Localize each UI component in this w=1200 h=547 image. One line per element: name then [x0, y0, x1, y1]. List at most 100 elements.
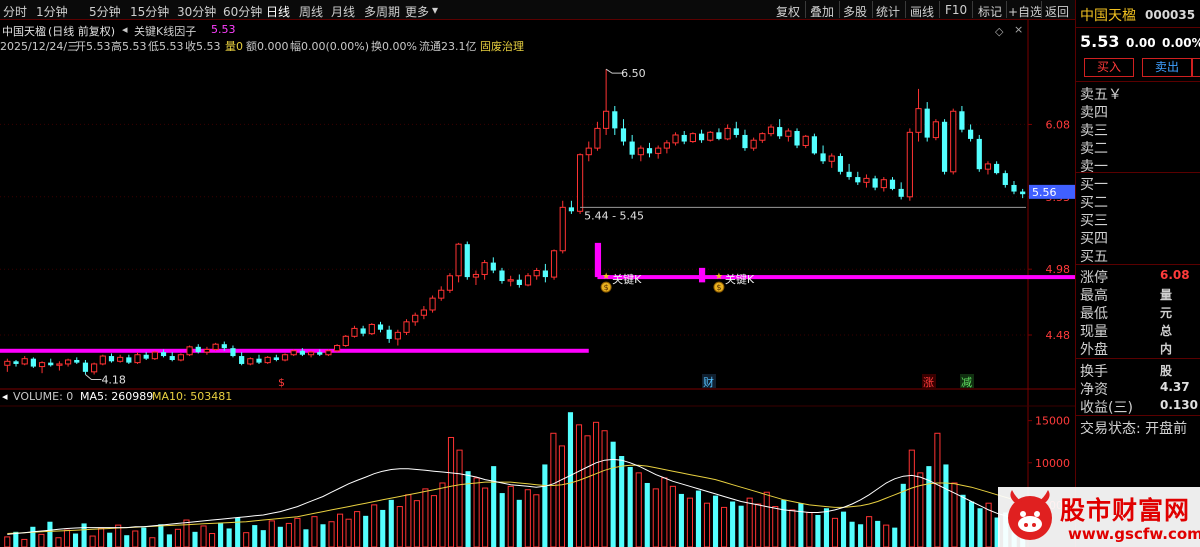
- candle-body: [412, 314, 419, 323]
- orderbook-ask-row[interactable]: 卖五￥: [1080, 84, 1122, 104]
- candle-body: [637, 147, 644, 156]
- volume-bar: [866, 516, 873, 547]
- period-tab-monthly[interactable]: 月线: [331, 3, 355, 20]
- event-marker: 涨: [923, 376, 934, 389]
- stat-value: 量: [1160, 288, 1173, 302]
- volume-bar: [277, 526, 283, 547]
- candle-body: [915, 108, 922, 133]
- candle-body: [13, 361, 19, 364]
- add-watchlist-button[interactable]: +自选: [1008, 3, 1042, 20]
- candle-body: [386, 329, 392, 339]
- candle-body: [767, 126, 775, 135]
- volume-bar: [926, 466, 932, 547]
- volume-bar: [260, 530, 266, 547]
- candle-body: [612, 111, 618, 129]
- volume-bar: [763, 491, 770, 547]
- candle-body: [4, 360, 11, 366]
- mark-button[interactable]: 标记: [978, 3, 1002, 20]
- period-tab-multi[interactable]: 多周期: [364, 3, 400, 20]
- volume-bar: [89, 535, 96, 547]
- volume-bar: [772, 506, 779, 547]
- period-tab-1min[interactable]: 1分钟: [36, 3, 68, 20]
- toolbar-divider: [972, 1, 973, 18]
- sell-button[interactable]: 卖出: [1142, 58, 1192, 77]
- volume-bar: [661, 477, 668, 547]
- volume-bar: [430, 495, 437, 547]
- orderbook-bid-row[interactable]: 买三: [1080, 210, 1108, 230]
- volume-bar: [63, 529, 71, 547]
- volume-bar: [183, 519, 190, 547]
- candle-body: [56, 363, 63, 366]
- candle-body: [351, 327, 358, 337]
- f10-button[interactable]: F10: [945, 3, 967, 17]
- stat-label: 换手: [1080, 364, 1108, 380]
- stat-value: 总: [1160, 324, 1173, 338]
- watermark-url: www.gscfw.com: [1068, 525, 1200, 543]
- orderbook-ask-row[interactable]: 卖二: [1080, 138, 1108, 158]
- candle-body: [507, 279, 514, 282]
- candle-body: [212, 343, 219, 350]
- chevron-down-icon[interactable]: ▾: [432, 3, 438, 17]
- candle-body: [64, 359, 72, 365]
- volume-bar: [218, 522, 224, 547]
- candle-body: [594, 127, 601, 149]
- candle-body: [290, 350, 297, 356]
- volume-bar: [294, 517, 301, 547]
- volume-bar: [558, 445, 565, 547]
- volume-bar: [337, 513, 344, 547]
- orderbook-bid-row[interactable]: 买四: [1080, 228, 1108, 248]
- panel-more-button[interactable]: [1192, 58, 1200, 77]
- toolbar-divider: [839, 1, 840, 18]
- stats-button[interactable]: 统计: [876, 3, 900, 20]
- volume-bar: [840, 511, 847, 547]
- multi-stock-button[interactable]: 多股: [843, 3, 867, 20]
- candle-body: [438, 289, 445, 299]
- volume-bar: [132, 530, 139, 547]
- stat-label: 涨停: [1080, 270, 1108, 286]
- key-k-label: 关键K: [612, 272, 642, 286]
- volume-bar: [55, 537, 62, 547]
- orderbook-bid-row[interactable]: 买五: [1080, 246, 1108, 266]
- candle-body: [872, 178, 878, 188]
- period-tab-more[interactable]: 更多: [405, 3, 429, 20]
- period-tab-weekly[interactable]: 周线: [299, 3, 323, 20]
- candle-body: [333, 345, 341, 352]
- candle-body: [203, 348, 211, 353]
- fuquan-button[interactable]: 复权: [776, 3, 800, 20]
- orderbook-ask-row[interactable]: 卖四: [1080, 102, 1108, 122]
- kline-chart[interactable]: 4.484.985.536.085.5650001000015000 6.504…: [0, 20, 1075, 547]
- candle-body: [134, 354, 141, 364]
- orderbook-ask-row[interactable]: 卖一: [1080, 156, 1108, 176]
- low-marker: [85, 374, 102, 380]
- candle-body: [950, 110, 957, 173]
- period-tab-30min[interactable]: 30分钟: [177, 3, 216, 20]
- divider: [1076, 264, 1200, 265]
- candle-body: [377, 324, 384, 330]
- volume-bar: [268, 520, 275, 547]
- period-tab-15min[interactable]: 15分钟: [130, 3, 169, 20]
- volume-bar: [652, 488, 659, 547]
- event-marker: 减: [961, 376, 972, 389]
- back-button[interactable]: 返回: [1045, 3, 1069, 20]
- period-tab-60min[interactable]: 60分钟: [223, 3, 262, 20]
- orderbook-bid-row[interactable]: 买一: [1080, 174, 1108, 194]
- candle-body: [733, 128, 739, 135]
- candle-body: [195, 346, 201, 353]
- draw-line-button[interactable]: 画线: [910, 3, 934, 20]
- volume-bar: [21, 538, 28, 547]
- stat-value: 元: [1160, 306, 1173, 320]
- period-tab-fenshi[interactable]: 分时: [3, 3, 27, 20]
- candle-body: [672, 134, 679, 144]
- period-tab-daily[interactable]: 日线: [266, 3, 290, 20]
- buy-button[interactable]: 买入: [1084, 58, 1134, 77]
- volume-bar: [977, 508, 983, 547]
- overlay-button[interactable]: 叠加: [810, 3, 834, 20]
- orderbook-bid-row[interactable]: 买二: [1080, 192, 1108, 212]
- key-k-label: 关键K: [725, 272, 755, 286]
- volume-bar: [141, 527, 147, 547]
- period-tab-5min[interactable]: 5分钟: [89, 3, 121, 20]
- orderbook-ask-row[interactable]: 卖三: [1080, 120, 1108, 140]
- candle-body: [924, 108, 930, 138]
- candle-body: [499, 270, 505, 282]
- volume-bar: [806, 511, 813, 547]
